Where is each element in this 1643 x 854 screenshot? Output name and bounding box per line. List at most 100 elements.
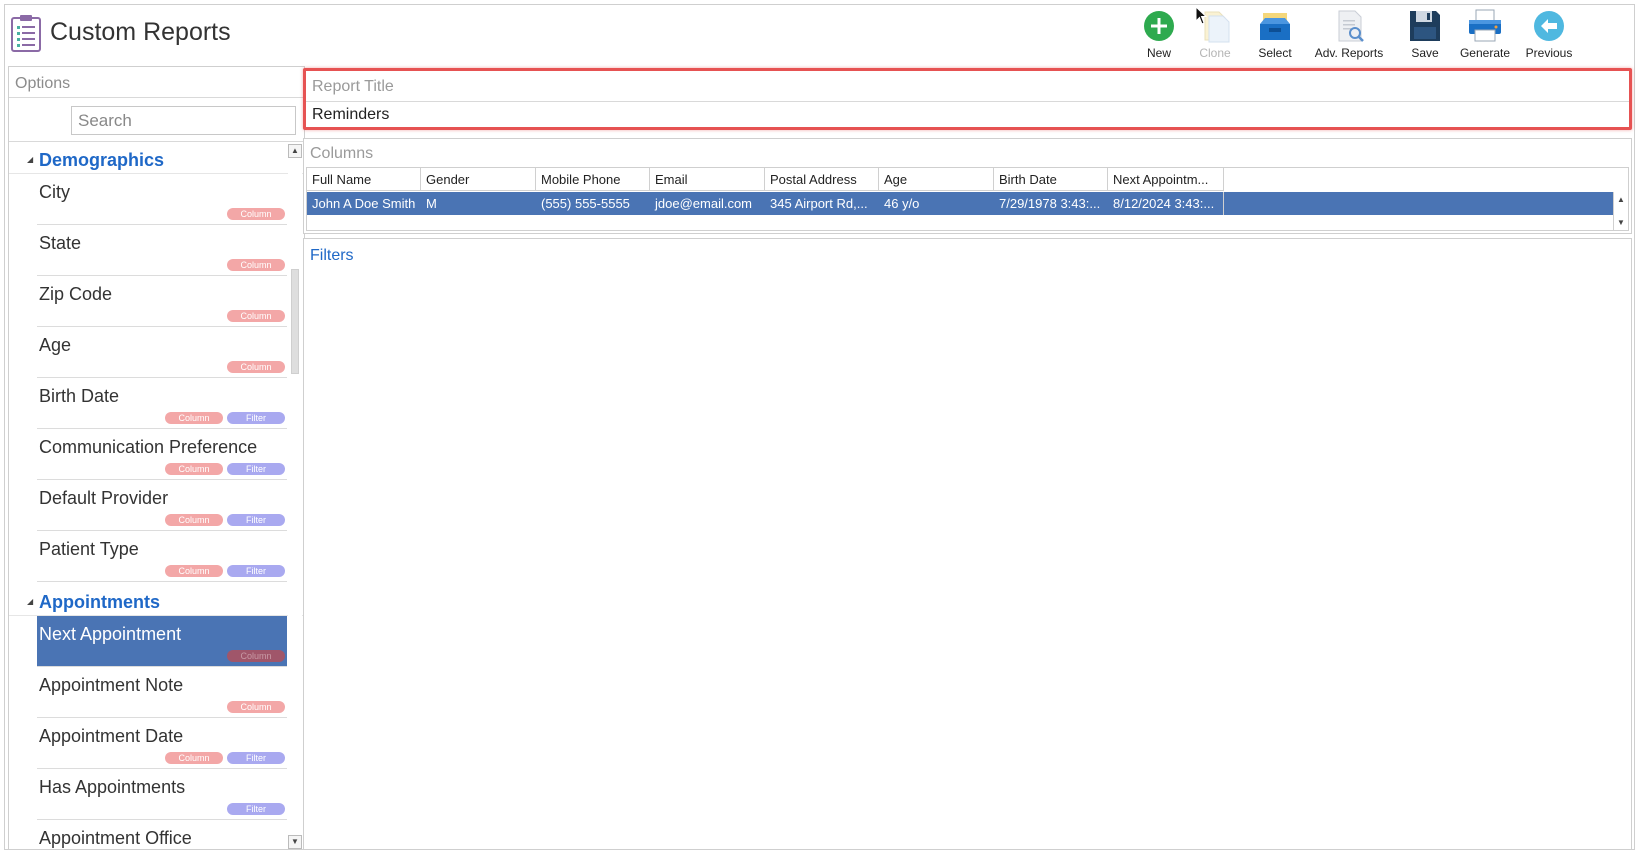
table-cell: 345 Airport Rd,... bbox=[765, 192, 879, 215]
options-scrollbar[interactable]: ▲ ▼ bbox=[288, 144, 302, 849]
option-name: Appointment Office bbox=[39, 828, 192, 848]
filters-label: Filters bbox=[310, 247, 354, 264]
option-item-appointment-date[interactable]: Appointment Date Column Filter bbox=[37, 718, 287, 769]
select-button-label: Select bbox=[1258, 46, 1292, 60]
table-cell: 7/29/1978 3:43:... bbox=[994, 192, 1108, 215]
option-item-city[interactable]: City Column bbox=[37, 174, 287, 225]
printer-icon bbox=[1469, 9, 1501, 42]
search-input[interactable] bbox=[71, 106, 296, 135]
group-title: Demographics bbox=[39, 150, 165, 170]
table-cell: jdoe@email.com bbox=[650, 192, 765, 215]
grid-header-row: Full Name Gender Mobile Phone Email Post… bbox=[307, 168, 1224, 191]
generate-button[interactable]: Generate bbox=[1449, 6, 1521, 62]
page-title: Custom Reports bbox=[50, 18, 231, 46]
column-tag[interactable]: Column bbox=[165, 412, 223, 424]
previous-button[interactable]: Previous bbox=[1513, 6, 1585, 62]
previous-button-label: Previous bbox=[1525, 46, 1573, 60]
filter-tag[interactable]: Filter bbox=[227, 752, 285, 764]
mouse-cursor-icon bbox=[1195, 6, 1208, 25]
report-title-label: Report Title bbox=[312, 78, 394, 95]
column-tag[interactable]: Column bbox=[227, 208, 285, 220]
option-item-state[interactable]: State Column bbox=[37, 225, 287, 276]
column-tag[interactable]: Column bbox=[227, 361, 285, 373]
column-header[interactable]: Postal Address bbox=[765, 168, 879, 191]
options-header: Options bbox=[9, 67, 304, 98]
option-name: Birth Date bbox=[39, 386, 120, 406]
document-search-icon bbox=[1338, 10, 1364, 42]
plus-circle-icon bbox=[1144, 11, 1174, 41]
column-tag[interactable]: Column bbox=[227, 310, 285, 322]
report-list-icon bbox=[11, 15, 41, 52]
column-tag[interactable]: Column bbox=[165, 463, 223, 475]
option-item-zip-code[interactable]: Zip Code Column bbox=[37, 276, 287, 327]
option-name: Communication Preference bbox=[39, 437, 258, 457]
adv-reports-button[interactable]: Adv. Reports bbox=[1309, 6, 1389, 62]
option-name: State bbox=[39, 233, 82, 253]
column-header[interactable]: Birth Date bbox=[994, 168, 1108, 191]
columns-section: Columns Full Name Gender Mobile Phone Em… bbox=[303, 138, 1632, 234]
scroll-down-arrow-icon[interactable]: ▼ bbox=[288, 835, 302, 849]
grid-scrollbar[interactable]: ▲ ▼ bbox=[1613, 192, 1628, 230]
filter-tag[interactable]: Filter bbox=[227, 565, 285, 577]
option-name: Next Appointment bbox=[39, 624, 182, 644]
option-item-has-appointments[interactable]: Has Appointments Filter bbox=[37, 769, 287, 820]
select-button[interactable]: Select bbox=[1239, 6, 1311, 62]
filter-tag[interactable]: Filter bbox=[227, 463, 285, 475]
table-cell: 46 y/o bbox=[879, 192, 994, 215]
scrollbar-thumb[interactable] bbox=[291, 269, 299, 374]
group-header-appointments[interactable]: ◢ Appointments bbox=[9, 586, 304, 616]
table-cell: (555) 555-5555 bbox=[536, 192, 650, 215]
columns-label: Columns bbox=[310, 145, 374, 162]
option-item-birth-date[interactable]: Birth Date Column Filter bbox=[37, 378, 287, 429]
option-name: City bbox=[39, 182, 70, 202]
option-name: Patient Type bbox=[39, 539, 139, 559]
option-name: Age bbox=[39, 335, 72, 355]
option-item-default-provider[interactable]: Default Provider Column Filter bbox=[37, 480, 287, 531]
option-name: Default Provider bbox=[39, 488, 169, 508]
column-header[interactable]: Full Name bbox=[307, 168, 421, 191]
option-name: Has Appointments bbox=[39, 777, 186, 797]
filters-section: Filters bbox=[303, 238, 1632, 850]
options-list[interactable]: ◢ Demographics City Column State Column … bbox=[9, 144, 304, 849]
option-name: Appointment Date bbox=[39, 726, 184, 746]
filter-tag[interactable]: Filter bbox=[227, 514, 285, 526]
column-header[interactable]: Email bbox=[650, 168, 765, 191]
scroll-up-arrow-icon[interactable]: ▲ bbox=[1614, 193, 1628, 207]
collapse-triangle-icon[interactable]: ◢ bbox=[27, 597, 33, 606]
option-item-age[interactable]: Age Column bbox=[37, 327, 287, 378]
option-name: Appointment Note bbox=[39, 675, 184, 695]
column-tag[interactable]: Column bbox=[165, 514, 223, 526]
divider bbox=[306, 101, 1629, 102]
generate-button-label: Generate bbox=[1459, 46, 1511, 60]
option-item-patient-type[interactable]: Patient Type Column Filter bbox=[37, 531, 287, 582]
table-cell: M bbox=[421, 192, 536, 215]
column-tag[interactable]: Column bbox=[165, 752, 223, 764]
column-header[interactable]: Age bbox=[879, 168, 994, 191]
option-item-appointment-office[interactable]: Appointment Office bbox=[37, 820, 287, 849]
filter-tag[interactable]: Filter bbox=[227, 412, 285, 424]
column-tag[interactable]: Column bbox=[165, 565, 223, 577]
column-tag[interactable]: Column bbox=[227, 701, 285, 713]
option-item-appointment-note[interactable]: Appointment Note Column bbox=[37, 667, 287, 718]
collapse-triangle-icon[interactable]: ◢ bbox=[27, 155, 33, 164]
scroll-down-arrow-icon[interactable]: ▼ bbox=[1614, 216, 1628, 230]
option-name: Zip Code bbox=[39, 284, 113, 304]
inbox-tray-icon bbox=[1260, 13, 1290, 40]
search-area bbox=[9, 98, 304, 142]
group-header-demographics[interactable]: ◢ Demographics bbox=[9, 144, 304, 174]
column-header[interactable]: Next Appointm... bbox=[1108, 168, 1224, 191]
arrow-left-circle-icon bbox=[1534, 11, 1564, 41]
report-title-input[interactable] bbox=[312, 106, 1512, 124]
column-tag[interactable]: Column bbox=[227, 259, 285, 271]
column-tag[interactable]: Column bbox=[227, 650, 285, 662]
column-header[interactable]: Gender bbox=[421, 168, 536, 191]
table-row[interactable]: John A Doe Smith M (555) 555-5555 jdoe@e… bbox=[307, 192, 1613, 215]
filter-tag[interactable]: Filter bbox=[227, 803, 285, 815]
option-item-next-appointment[interactable]: Next Appointment Column bbox=[37, 616, 287, 667]
column-header[interactable]: Mobile Phone bbox=[536, 168, 650, 191]
table-cell: John A Doe Smith bbox=[307, 192, 421, 215]
option-item-communication-preference[interactable]: Communication Preference Column Filter bbox=[37, 429, 287, 480]
table-cell: 8/12/2024 3:43:... bbox=[1108, 192, 1224, 215]
options-panel: Options ◢ Demographics City Column State… bbox=[8, 66, 305, 850]
scroll-up-arrow-icon[interactable]: ▲ bbox=[288, 144, 302, 158]
